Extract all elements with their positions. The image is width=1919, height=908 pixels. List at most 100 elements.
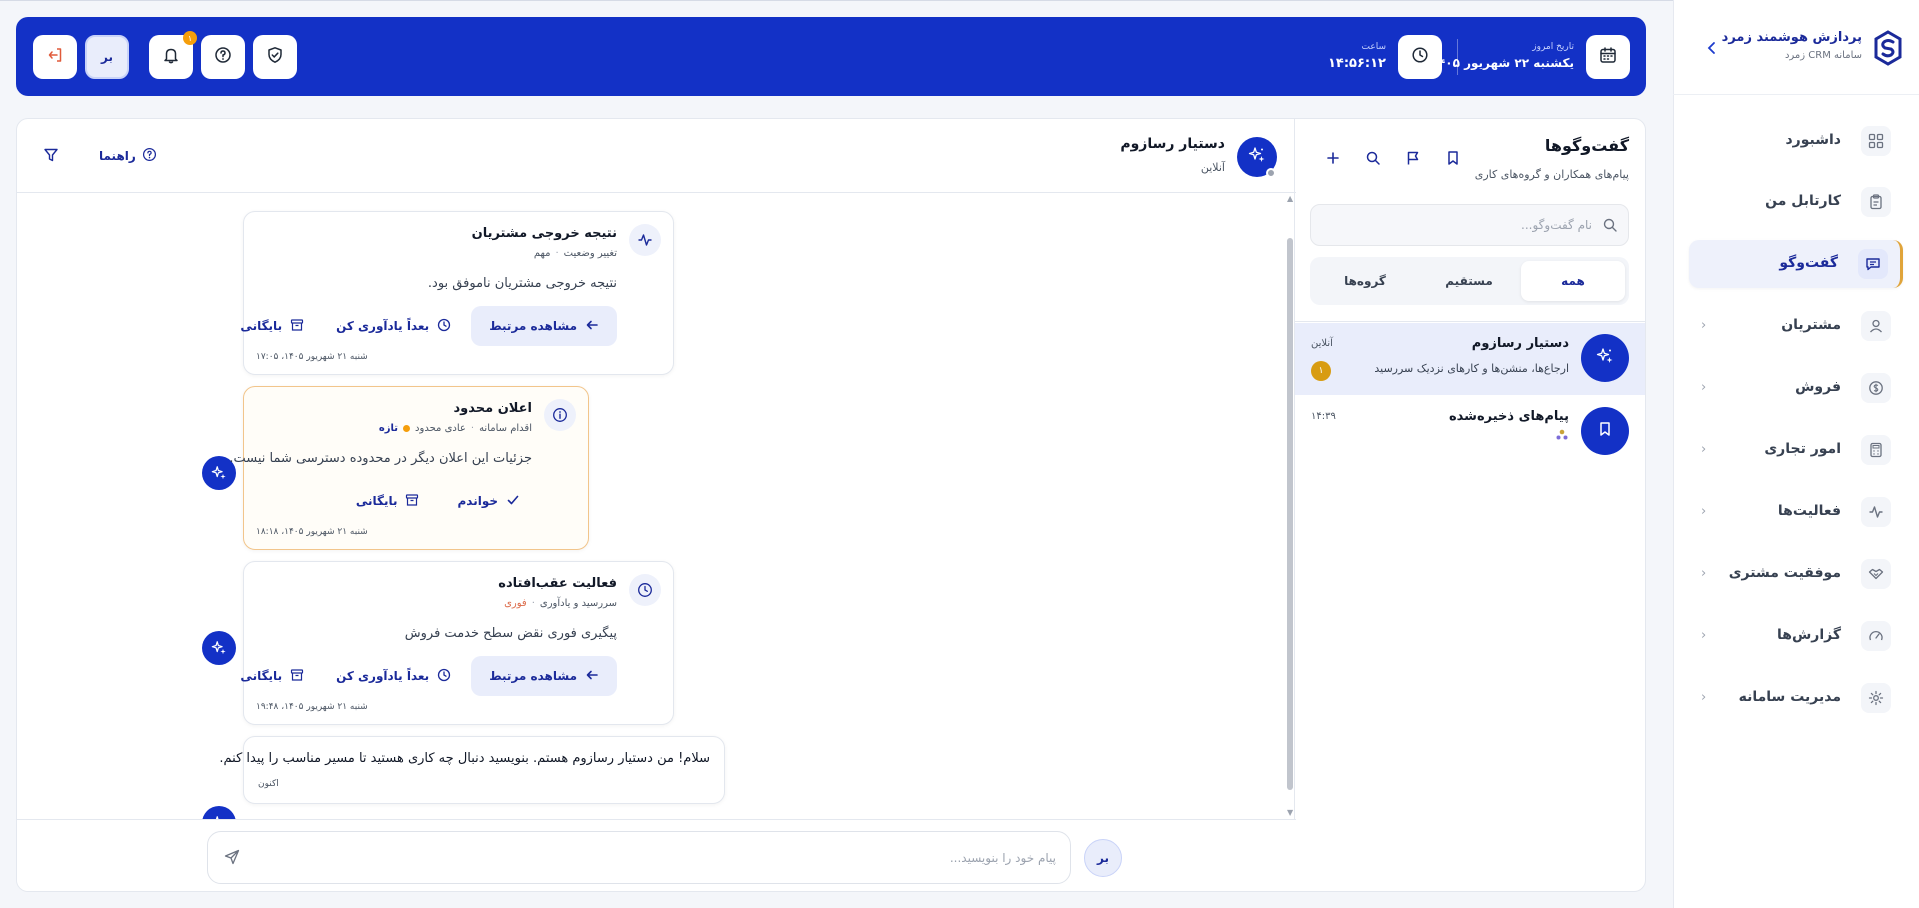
- sidebar-item-customer-success[interactable]: موفقیت مشتری ‹: [1689, 550, 1903, 598]
- top-header-bar: تاریخ امروز یکشنبه ۲۲ شهریور ۱۴۰۵ ساعت ۱…: [16, 17, 1646, 96]
- calendar-icon: [1599, 46, 1617, 68]
- saved-messages-avatar: [1581, 407, 1629, 455]
- bookmark-button[interactable]: [1442, 149, 1464, 171]
- tab-groups[interactable]: گروه‌ها: [1313, 261, 1417, 301]
- card-meta-priority: مهم: [533, 248, 551, 259]
- user-avatar-button[interactable]: بر: [85, 35, 129, 79]
- settings-icon: [1861, 683, 1891, 713]
- archive-button[interactable]: بایگانی: [228, 656, 316, 696]
- collapse-sidebar-chevron-icon[interactable]: [1704, 40, 1720, 56]
- header-divider: [1457, 39, 1458, 75]
- chat-contact-status: آنلاین: [1200, 161, 1225, 174]
- new-indicator-dot: [403, 425, 411, 432]
- activity-icon: [629, 224, 661, 256]
- sidebar-item-label: فعالیت‌ها: [1777, 503, 1841, 519]
- mark-read-button[interactable]: خواندم: [439, 481, 532, 521]
- search-icon: [1365, 150, 1381, 170]
- conversation-tabs: همه مستقیم گروه‌ها: [1310, 257, 1629, 305]
- sidebar-item-business[interactable]: امور تجاری ‹: [1689, 426, 1903, 474]
- sidebar-item-label: گفت‌وگو: [1779, 255, 1838, 271]
- plus-icon: [1325, 150, 1341, 170]
- card-actions: مشاهده مرتبط بعداً یادآوری کن بایگانی: [228, 656, 617, 696]
- security-button[interactable]: [253, 35, 297, 79]
- button-label: مشاهده مرتبط: [489, 669, 577, 683]
- logout-button[interactable]: [33, 35, 77, 79]
- remind-later-button[interactable]: بعداً یادآوری کن: [324, 656, 463, 696]
- sidebar-item-label: موفقیت مشتری: [1728, 565, 1841, 581]
- search-button[interactable]: [1362, 149, 1384, 171]
- clock-icon: [437, 668, 451, 685]
- clock-button[interactable]: [1398, 35, 1442, 79]
- sidebar-item-label: داشبورد: [1785, 132, 1842, 148]
- message-input[interactable]: [276, 848, 1056, 868]
- help-link[interactable]: راهنما: [99, 146, 157, 166]
- bookmark-icon: [1597, 421, 1613, 441]
- tab-direct[interactable]: مستقیم: [1417, 261, 1521, 301]
- conversation-preview: ارجاع‌ها، منشن‌ها و کارهای نزدیک سررسید: [1374, 362, 1569, 375]
- brand-logo-icon: [1873, 30, 1903, 66]
- flag-button[interactable]: [1402, 149, 1424, 171]
- gauge-icon: [1861, 621, 1891, 651]
- remind-later-button[interactable]: بعداً یادآوری کن: [324, 306, 463, 346]
- new-label: تازه: [378, 423, 399, 434]
- overdue-activity-card: فعالیت عقب‌افتاده سررسید و یادآوری · فور…: [240, 561, 674, 725]
- sidebar-item-chat[interactable]: گفت‌وگو: [1689, 240, 1903, 288]
- sidebar-item-my-cartable[interactable]: کارتابل من: [1689, 178, 1903, 226]
- chevron-left-icon: ‹: [1701, 504, 1707, 519]
- view-related-button[interactable]: مشاهده مرتبط: [471, 306, 617, 346]
- calculator-icon: [1861, 435, 1891, 465]
- message-composer: بر: [17, 819, 1296, 891]
- composer-user-avatar: بر: [1084, 839, 1122, 877]
- people-icon: [1555, 428, 1569, 446]
- sidebar-item-dashboard[interactable]: داشبورد: [1689, 117, 1903, 165]
- archive-button[interactable]: بایگانی: [344, 481, 432, 521]
- meta-separator: ·: [555, 248, 559, 259]
- chat-panel: دستیار رسازوم آنلاین راهنما نتیجه خروجی …: [17, 119, 1296, 891]
- sidebar-item-sales[interactable]: فروش ‹: [1689, 364, 1903, 412]
- sidebar-item-customers[interactable]: مشتریان ‹: [1689, 302, 1903, 350]
- conversation-item-assistant[interactable]: دستیار رسازوم ارجاع‌ها، منشن‌ها و کارهای…: [1295, 323, 1645, 395]
- sidebar-item-activities[interactable]: فعالیت‌ها ‹: [1689, 488, 1903, 536]
- new-conversation-button[interactable]: [1322, 149, 1344, 171]
- card-meta-category: اقدام سامانه: [479, 423, 532, 434]
- conversation-item-saved-messages[interactable]: پیام‌های ذخیره‌شده ۱۴:۳۹: [1295, 396, 1645, 468]
- search-icon: [1602, 217, 1618, 237]
- view-related-button[interactable]: مشاهده مرتبط: [471, 656, 617, 696]
- logout-icon: [46, 46, 64, 68]
- tab-all[interactable]: همه: [1521, 261, 1625, 301]
- scroll-thumb[interactable]: [1287, 238, 1293, 790]
- activity-icon: [1861, 497, 1891, 527]
- scroll-down-arrow-icon[interactable]: ▼: [1287, 808, 1293, 817]
- send-icon: [224, 849, 240, 869]
- message-scrollbar[interactable]: ▲ ▼: [1287, 194, 1293, 817]
- sidebar-item-label: گزارش‌ها: [1777, 627, 1841, 643]
- card-timestamp: شنبه ۲۱ شهریور ۱۴۰۵، ۱۹:۴۸: [256, 702, 368, 712]
- clock-icon: [1411, 46, 1429, 68]
- archive-icon: [290, 318, 304, 335]
- sidebar-item-reports[interactable]: گزارش‌ها ‹: [1689, 612, 1903, 660]
- conversation-search-input[interactable]: [1332, 215, 1592, 235]
- composer-input-box: [207, 831, 1071, 884]
- conversations-subtitle: پیام‌های همکاران و گروه‌های کاری: [1474, 168, 1629, 181]
- brand-subtitle: سامانه CRM زمرد: [1784, 50, 1862, 61]
- sidebar-item-label: امور تجاری: [1764, 441, 1841, 457]
- notifications-button[interactable]: ۱: [149, 31, 197, 79]
- help-button[interactable]: [201, 35, 245, 79]
- card-meta-category: سررسید و یادآوری: [539, 598, 617, 609]
- dashboard-icon: [1861, 126, 1891, 156]
- brand-header: پردازش هوشمند زمرد سامانه CRM زمرد: [1673, 0, 1919, 95]
- main-panel: گفت‌وگوها پیام‌های همکاران و گروه‌های کا…: [16, 118, 1646, 892]
- sidebar-item-system-admin[interactable]: مدیریت سامانه ‹: [1689, 674, 1903, 722]
- filter-button[interactable]: [43, 147, 59, 167]
- time-label: ساعت: [1361, 42, 1387, 52]
- sparkles-icon: [1596, 347, 1614, 369]
- chat-contact-name: دستیار رسازوم: [1120, 136, 1225, 152]
- card-timestamp: شنبه ۲۱ شهریور ۱۴۰۵، ۱۸:۱۸: [256, 527, 368, 537]
- brand-title: پردازش هوشمند زمرد: [1721, 30, 1862, 45]
- archive-button[interactable]: بایگانی: [228, 306, 316, 346]
- top-border: [0, 0, 1919, 1]
- send-button[interactable]: [224, 849, 240, 869]
- calendar-button[interactable]: [1586, 35, 1630, 79]
- scroll-up-arrow-icon[interactable]: ▲: [1287, 194, 1293, 203]
- meta-separator: ·: [531, 598, 535, 609]
